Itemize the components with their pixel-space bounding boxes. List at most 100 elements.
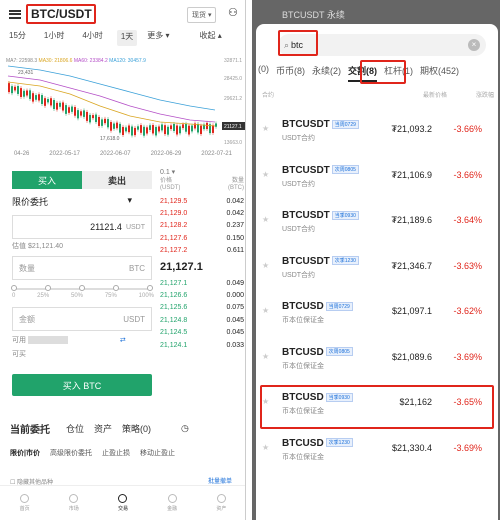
buy-tab[interactable]: 买入	[12, 171, 82, 189]
pair-title[interactable]: BTC/USDT	[31, 7, 92, 21]
tab-strategy[interactable]: 策略(0)	[122, 422, 151, 435]
star-icon[interactable]: ★	[262, 443, 269, 452]
order-tabs: 当前委托 仓位 资产 策略(0) ◷	[0, 418, 245, 438]
candlestick-chart[interactable]: 23,431 17,618.0 32871.1 28425.0 29621.2 …	[0, 52, 246, 152]
tf-collapse[interactable]: 收起 ▴	[200, 30, 222, 46]
contract-item[interactable]: ★ BTCUSD 次季1230 币本位保证金 $21,330.4 -3.69%	[256, 431, 498, 477]
contract-item[interactable]: ★ BTCUSD 当周0729 币本位保证金 $21,097.1 -3.62%	[256, 294, 498, 340]
star-icon[interactable]: ★	[262, 397, 269, 406]
settings-icon[interactable]: ⚇	[228, 6, 238, 19]
contract-item[interactable]: ★ BTCUSDT 当周0729 USDT合约 ₮21,093.2 -3.66%	[256, 112, 498, 158]
bid-price: 21,125.6	[160, 304, 188, 312]
tab-perpetual[interactable]: 永续(2)	[312, 64, 341, 82]
nav-finance[interactable]: 金融	[167, 494, 177, 512]
nav-finance-label: 金融	[167, 506, 178, 512]
candle	[173, 123, 175, 131]
tab-current-orders[interactable]: 当前委托	[10, 421, 50, 436]
percent-slider[interactable]	[11, 285, 153, 291]
tf-1d[interactable]: 1天	[116, 30, 138, 46]
tab-all[interactable]: (0)	[258, 64, 269, 82]
sell-tab[interactable]: 卖出	[82, 171, 152, 189]
contract-item[interactable]: ★ BTCUSDT 次季1230 USDT合约 ₮21,346.7 -3.63%	[256, 249, 498, 295]
date-tick-3: 2022-06-07	[99, 151, 131, 157]
slider-stop-0[interactable]	[11, 285, 17, 291]
bid-qty: 0.000	[226, 292, 244, 300]
star-icon[interactable]: ★	[262, 215, 269, 224]
contract-item[interactable]: ★ BTCUSDT 当季0930 USDT合约 ₮21,189.6 -3.64%	[256, 203, 498, 249]
slider-stop-25[interactable]	[45, 285, 51, 291]
bid-price: 21,124.8	[160, 316, 188, 324]
filter-advanced-limit[interactable]: 高级限价委托	[50, 448, 92, 458]
nav-market[interactable]: 市场	[69, 494, 79, 512]
contract-item[interactable]: ★ BTCUSDT 次周0805 USDT合约 ₮21,106.9 -3.66%	[256, 158, 498, 204]
quantity-input[interactable]: 数量 BTC	[12, 256, 152, 280]
tf-more[interactable]: 更多 ▾	[147, 30, 169, 46]
clear-icon[interactable]: ×	[468, 39, 480, 51]
symbol-text: BTCUSDT	[282, 119, 330, 130]
candle	[185, 123, 187, 132]
candle	[179, 126, 181, 134]
tf-15m[interactable]: 15分	[9, 30, 26, 46]
amount-input[interactable]: 金额 USDT	[12, 307, 152, 331]
slider-stop-100[interactable]	[147, 285, 153, 291]
ask-row[interactable]: 21,127.6 0.150	[160, 232, 244, 244]
slider-stop-75[interactable]	[113, 285, 119, 291]
candle	[74, 107, 76, 116]
ask-price: 21,129.0	[160, 210, 188, 218]
last-price: $21,162	[399, 397, 432, 407]
expiry-tag: 次季1230	[325, 438, 353, 448]
menu-icon[interactable]	[9, 9, 21, 19]
nav-assets-label: 资产	[216, 506, 227, 512]
trade-icon	[118, 494, 128, 503]
slider-stop-50[interactable]	[79, 285, 85, 291]
bid-row[interactable]: 21,125.6 0.075	[160, 302, 244, 314]
filter-limit-market[interactable]: 限价|市价	[10, 448, 40, 458]
spot-dropdown[interactable]: 现货 ▾	[187, 7, 217, 23]
ask-row[interactable]: 21,129.0 0.042	[160, 207, 244, 219]
bid-row[interactable]: 21,124.1 0.033	[160, 339, 244, 351]
ask-row[interactable]: 21,128.2 0.237	[160, 220, 244, 232]
ask-price: 21,129.5	[160, 197, 188, 205]
star-icon[interactable]: ★	[262, 352, 269, 361]
nav-assets[interactable]: 资产	[216, 494, 226, 512]
candle	[59, 102, 61, 107]
star-icon[interactable]: ★	[262, 261, 269, 270]
price-estimate: 估值 $21,121.40	[12, 243, 63, 250]
search-input[interactable]: ⌕ btc ×	[278, 34, 486, 56]
transfer-icon[interactable]: ⇄	[120, 337, 126, 344]
tab-margin[interactable]: 杠杆(1)	[384, 64, 413, 82]
tab-delivery[interactable]: 交割(8)	[348, 64, 377, 82]
price-input[interactable]: 21121.4 USDT	[12, 215, 152, 239]
nav-home[interactable]: 首页	[20, 494, 30, 512]
candle	[71, 106, 73, 112]
tab-positions[interactable]: 仓位	[66, 422, 84, 435]
filter-tp-sl[interactable]: 止盈止损	[102, 448, 130, 458]
nav-trade[interactable]: 交易	[118, 494, 128, 512]
bid-row[interactable]: 21,127.1 0.049	[160, 277, 244, 289]
filter-trailing[interactable]: 移动止盈止	[140, 448, 175, 458]
ob-qty-header: 数量	[231, 178, 244, 184]
star-icon[interactable]: ★	[262, 170, 269, 179]
contract-item[interactable]: ★ BTCUSD 当季0930 币本位保证金 $21,162 -3.65%	[256, 385, 498, 431]
tf-4h[interactable]: 4小时	[82, 30, 102, 46]
batch-cancel-button[interactable]: 批量撤单	[208, 476, 232, 485]
tab-options[interactable]: 期权(452)	[420, 64, 459, 82]
tab-spot[interactable]: 币币(8)	[276, 64, 305, 82]
ask-row[interactable]: 21,129.5 0.042	[160, 195, 244, 207]
clock-icon[interactable]: ◷	[181, 423, 189, 434]
contract-item[interactable]: ★ BTCUSD 次周0805 币本位保证金 $21,089.6 -3.69%	[256, 340, 498, 386]
star-icon[interactable]: ★	[262, 306, 269, 315]
precision-select[interactable]: 0.1 ▾	[160, 168, 175, 176]
ask-row[interactable]: 21,127.2 0.611	[160, 245, 244, 257]
tab-assets[interactable]: 资产	[94, 422, 112, 435]
candle	[11, 86, 13, 94]
buy-btc-button[interactable]: 买入 BTC	[12, 374, 152, 396]
order-type-select[interactable]: 限价委托 ▾	[12, 195, 132, 208]
bid-row[interactable]: 21,124.8 0.045	[160, 314, 244, 326]
tf-1h[interactable]: 1小时	[44, 30, 64, 46]
candle	[212, 125, 214, 133]
contract-symbol: BTCUSDT 当周0729	[282, 119, 359, 130]
star-icon[interactable]: ★	[262, 124, 269, 133]
bid-row[interactable]: 21,126.6 0.000	[160, 289, 244, 301]
bid-row[interactable]: 21,124.5 0.045	[160, 327, 244, 339]
